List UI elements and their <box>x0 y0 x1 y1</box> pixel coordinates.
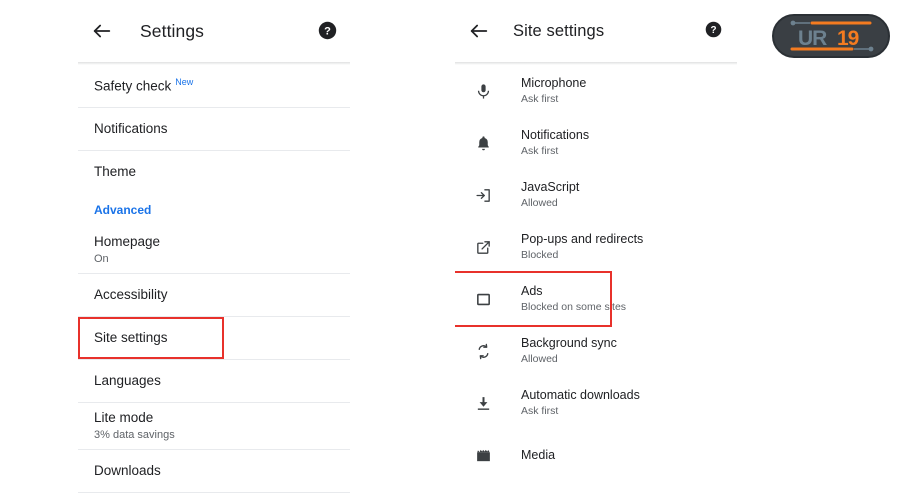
arrow-left-icon <box>91 20 113 42</box>
settings-item-sublabel: On <box>94 252 334 266</box>
popup-redirect-icon <box>471 235 495 259</box>
site-settings-item-text: JavaScript Allowed <box>521 180 579 210</box>
settings-item-label: Accessibility <box>94 287 334 303</box>
site-settings-item-label: Background sync <box>521 336 617 351</box>
back-button[interactable] <box>90 19 114 43</box>
settings-item-sublabel: 3% data savings <box>94 428 334 442</box>
brand-logo: UR 19 <box>772 14 890 58</box>
settings-item-safety-check[interactable]: Safety checkNew <box>78 65 350 107</box>
site-settings-item-automatic-downloads[interactable]: Automatic downloads Ask first <box>455 377 737 429</box>
settings-item-label: Homepage <box>94 234 334 250</box>
site-settings-item-text: Ads Blocked on some sites <box>521 284 626 314</box>
page-title: Settings <box>140 21 204 42</box>
microphone-icon <box>471 79 495 103</box>
ads-icon <box>471 287 495 311</box>
site-settings-item-status: Blocked <box>521 249 643 262</box>
site-settings-item-label: Automatic downloads <box>521 388 640 403</box>
site-settings-item-status: Ask first <box>521 93 586 106</box>
download-icon <box>471 391 495 415</box>
settings-item-label: Downloads <box>94 463 334 479</box>
site-settings-item-label: Media <box>521 448 555 463</box>
site-settings-item-status: Allowed <box>521 353 617 366</box>
settings-panel: Settings ? Safety checkNew Notifications… <box>78 0 350 500</box>
site-settings-item-label: Pop-ups and redirects <box>521 232 643 247</box>
site-settings-list: Microphone Ask first Notifications Ask f… <box>455 65 737 481</box>
settings-item-label: Languages <box>94 373 334 389</box>
site-settings-item-media[interactable]: Media <box>455 429 737 481</box>
help-button[interactable]: ? <box>705 21 725 41</box>
bell-icon <box>471 131 495 155</box>
site-settings-item-popups[interactable]: Pop-ups and redirects Blocked <box>455 221 737 273</box>
site-settings-panel: Site settings ? Microphone A <box>455 0 737 500</box>
svg-text:?: ? <box>324 25 331 37</box>
site-settings-item-microphone[interactable]: Microphone Ask first <box>455 65 737 117</box>
help-circle-icon: ? <box>318 21 338 40</box>
sync-icon <box>471 339 495 363</box>
site-settings-item-background-sync[interactable]: Background sync Allowed <box>455 325 737 377</box>
site-settings-item-status: Blocked on some sites <box>521 301 626 314</box>
site-settings-appbar: Site settings ? <box>455 0 737 62</box>
site-settings-item-label: Ads <box>521 284 626 299</box>
settings-item-homepage[interactable]: Homepage On <box>78 227 350 273</box>
site-settings-item-notifications[interactable]: Notifications Ask first <box>455 117 737 169</box>
svg-text:19: 19 <box>837 27 859 50</box>
media-clapperboard-icon <box>471 443 495 467</box>
site-settings-item-text: Pop-ups and redirects Blocked <box>521 232 643 262</box>
settings-appbar: Settings ? <box>78 0 350 62</box>
site-settings-item-label: JavaScript <box>521 180 579 195</box>
settings-item-label: Theme <box>94 164 334 180</box>
site-settings-item-text: Media <box>521 448 555 463</box>
site-settings-item-label: Microphone <box>521 76 586 91</box>
new-badge: New <box>175 77 193 87</box>
help-button[interactable]: ? <box>318 21 338 41</box>
settings-item-theme[interactable]: Theme <box>78 151 350 193</box>
site-settings-item-text: Automatic downloads Ask first <box>521 388 640 418</box>
site-settings-item-text: Microphone Ask first <box>521 76 586 106</box>
page-title: Site settings <box>513 22 604 41</box>
divider <box>78 492 350 493</box>
settings-item-languages[interactable]: Languages <box>78 360 350 402</box>
back-button[interactable] <box>467 19 491 43</box>
arrow-left-icon <box>468 20 490 42</box>
site-settings-item-status: Ask first <box>521 145 589 158</box>
settings-item-label: Lite mode <box>94 410 334 426</box>
help-circle-icon: ? <box>705 21 725 38</box>
svg-text:UR: UR <box>798 27 827 50</box>
site-settings-item-label: Notifications <box>521 128 589 143</box>
site-settings-item-text: Notifications Ask first <box>521 128 589 158</box>
site-settings-item-javascript[interactable]: JavaScript Allowed <box>455 169 737 221</box>
settings-item-label: Site settings <box>94 330 334 346</box>
site-settings-item-status: Ask first <box>521 405 640 418</box>
site-settings-item-text: Background sync Allowed <box>521 336 617 366</box>
site-settings-item-status: Allowed <box>521 197 579 210</box>
settings-item-site-settings[interactable]: Site settings <box>78 317 350 359</box>
settings-section-advanced: Advanced <box>78 193 350 227</box>
settings-item-notifications[interactable]: Notifications <box>78 108 350 150</box>
site-settings-item-ads[interactable]: Ads Blocked on some sites <box>455 273 737 325</box>
settings-item-lite-mode[interactable]: Lite mode 3% data savings <box>78 403 350 449</box>
settings-item-downloads[interactable]: Downloads <box>78 450 350 492</box>
settings-item-accessibility[interactable]: Accessibility <box>78 274 350 316</box>
svg-text:?: ? <box>710 25 716 36</box>
settings-item-label: Notifications <box>94 121 334 137</box>
javascript-icon <box>471 183 495 207</box>
settings-item-label: Safety checkNew <box>94 78 334 95</box>
settings-list: Safety checkNew Notifications Theme Adva… <box>78 65 350 493</box>
